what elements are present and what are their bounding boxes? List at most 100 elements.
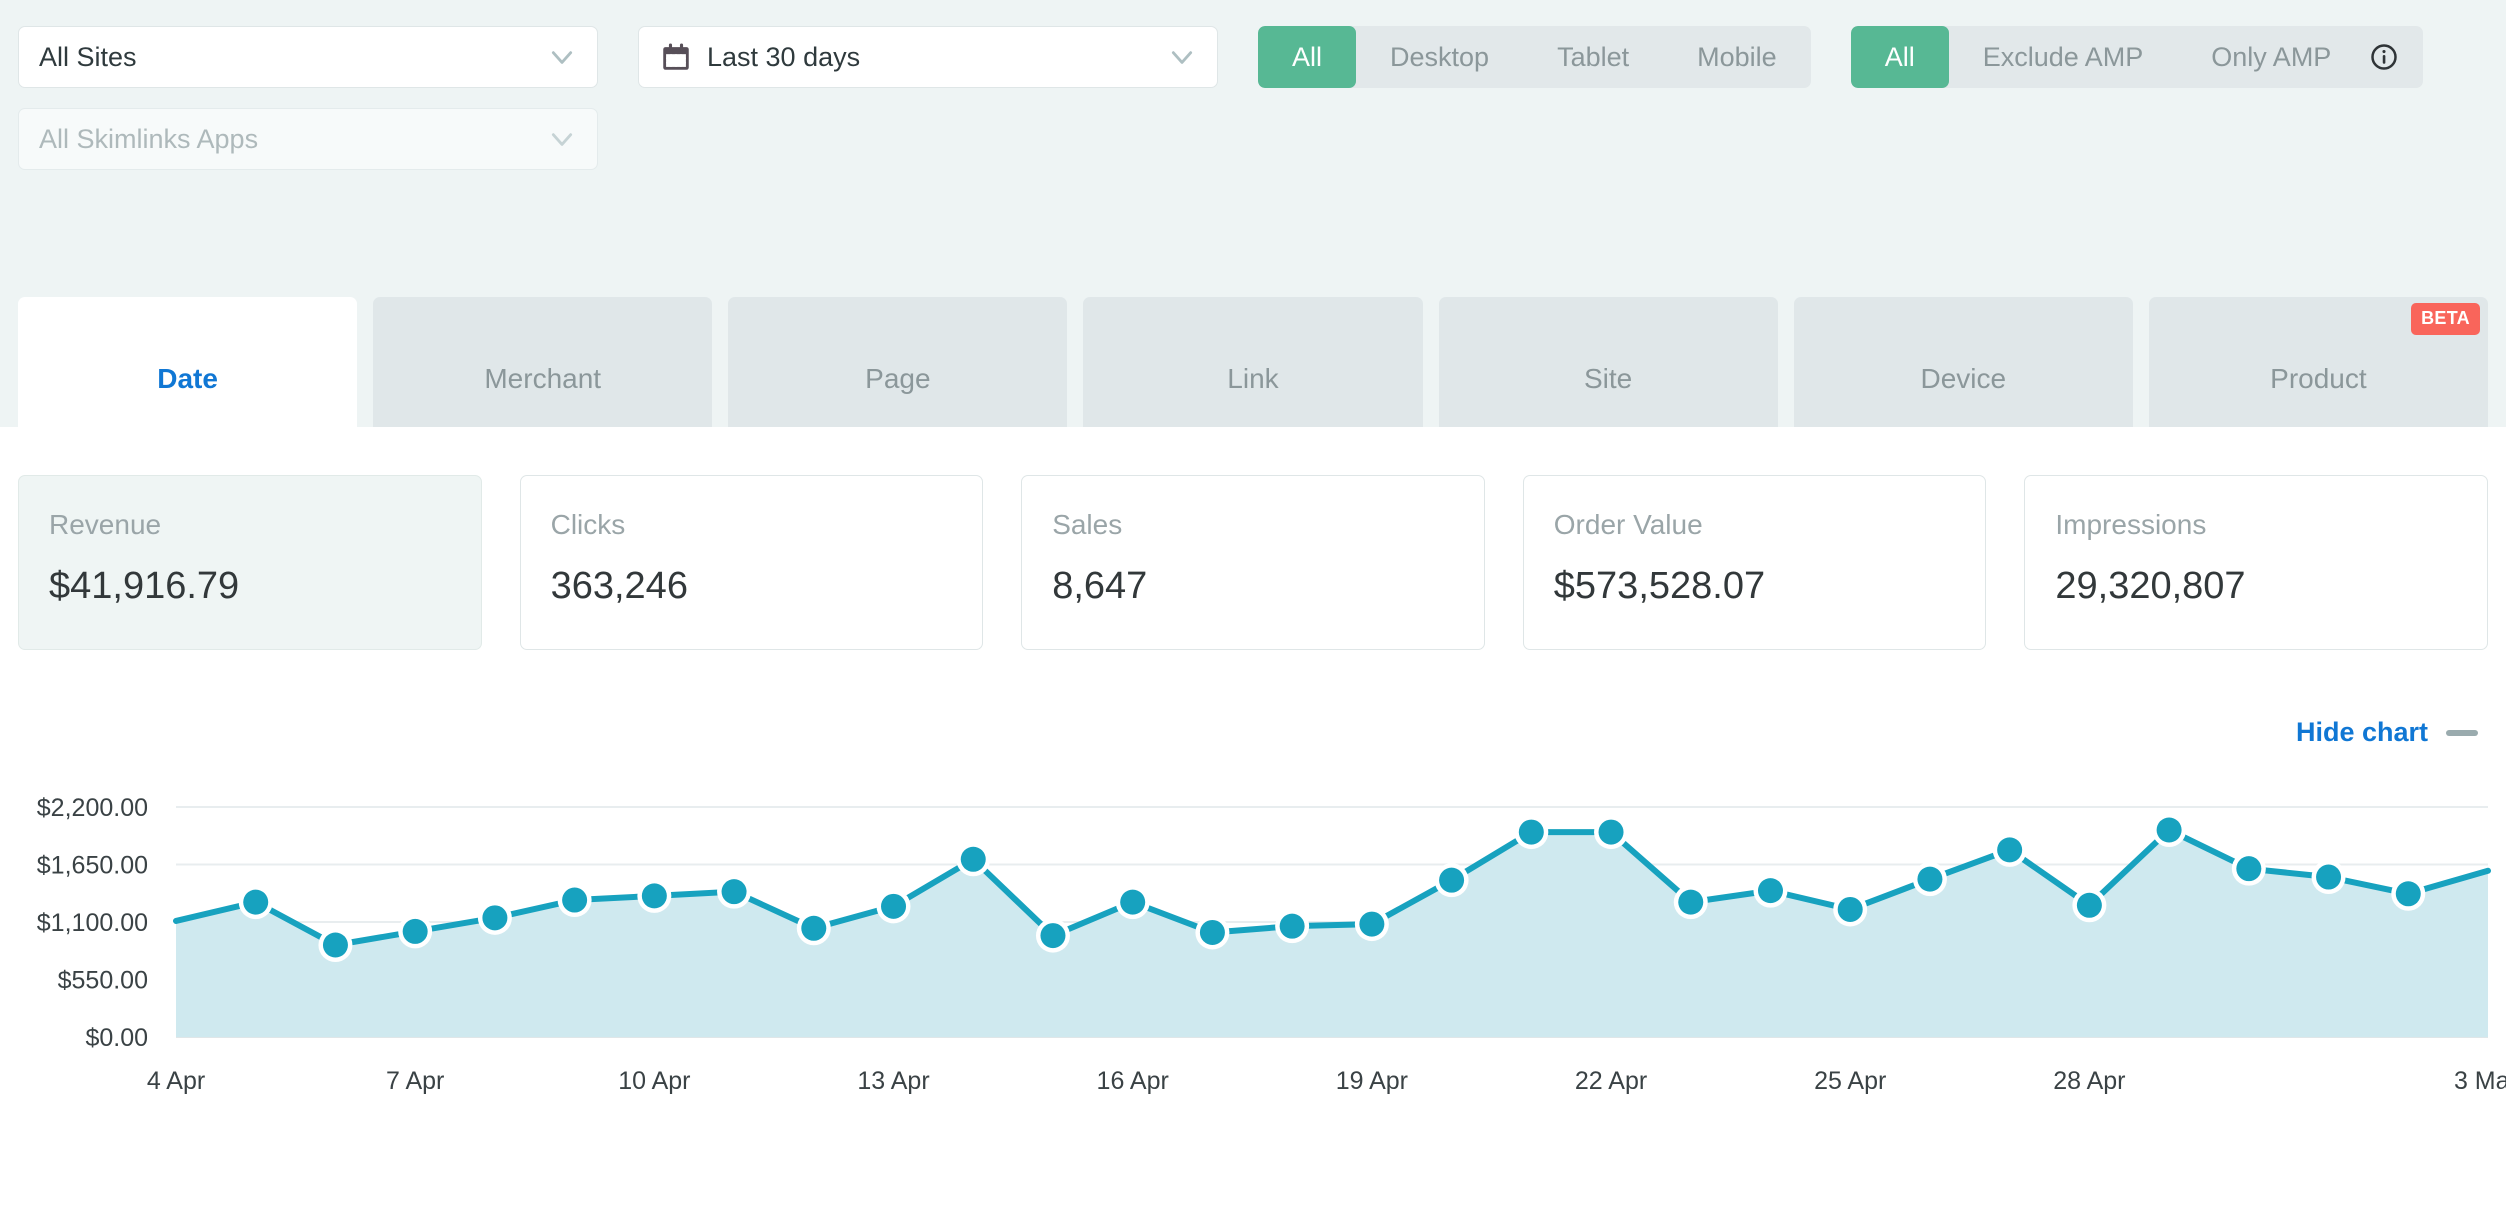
chart-data-point[interactable] <box>1120 890 1145 915</box>
minus-icon <box>2446 730 2478 736</box>
chart-data-point[interactable] <box>243 890 268 915</box>
date-range-select[interactable]: Last 30 days <box>638 26 1218 88</box>
y-axis-tick-label: $550.00 <box>58 967 148 995</box>
filter-bar: All Sites <box>0 0 2506 278</box>
tab-label: Page <box>865 363 930 395</box>
x-axis-tick-label: 22 Apr <box>1575 1067 1647 1095</box>
chart-data-point[interactable] <box>801 916 826 941</box>
kpi-value: $573,528.07 <box>1554 565 1956 608</box>
chart-data-point[interactable] <box>2077 893 2102 918</box>
tab-label: Merchant <box>484 363 601 395</box>
chart-data-point[interactable] <box>1439 868 1464 893</box>
kpi-value: 29,320,807 <box>2055 565 2457 608</box>
x-axis-tick-label: 28 Apr <box>2053 1067 2125 1095</box>
amp-option-exclude[interactable]: Exclude AMP <box>1949 26 2178 88</box>
chart-data-point[interactable] <box>1359 912 1384 937</box>
y-axis-tick-label: $1,100.00 <box>37 909 148 937</box>
tab-date[interactable]: Date <box>18 297 357 427</box>
tab-device[interactable]: Device <box>1794 297 2133 427</box>
chart-data-point[interactable] <box>1280 914 1305 939</box>
tab-label: Link <box>1227 363 1278 395</box>
chart-data-point[interactable] <box>2316 865 2341 890</box>
kpi-card-order-value[interactable]: Order Value $573,528.07 <box>1523 475 1987 650</box>
date-range-value: Last 30 days <box>707 42 860 73</box>
kpi-card-sales[interactable]: Sales 8,647 <box>1021 475 1485 650</box>
chart-data-point[interactable] <box>961 847 986 872</box>
chart-data-point[interactable] <box>2396 881 2421 906</box>
report-panel: Revenue $41,916.79 Clicks 363,246 Sales … <box>0 427 2506 1222</box>
chevron-down-icon <box>549 126 575 152</box>
device-option-mobile[interactable]: Mobile <box>1663 26 1811 88</box>
x-axis-tick-label: 25 Apr <box>1814 1067 1886 1095</box>
chart-data-point[interactable] <box>1599 820 1624 845</box>
device-option-tablet[interactable]: Tablet <box>1523 26 1663 88</box>
chart-data-point[interactable] <box>562 888 587 913</box>
chart-data-point[interactable] <box>403 919 428 944</box>
chart-data-point[interactable] <box>1838 897 1863 922</box>
chart-data-point[interactable] <box>1200 920 1225 945</box>
kpi-value: 363,246 <box>551 565 953 608</box>
filter-row-primary: All Sites <box>18 26 2488 88</box>
hide-chart-button[interactable]: Hide chart <box>2296 717 2478 748</box>
hide-chart-label: Hide chart <box>2296 717 2428 748</box>
chart-data-point[interactable] <box>2236 856 2261 881</box>
tab-site[interactable]: Site <box>1439 297 1778 427</box>
chart-data-point[interactable] <box>722 879 747 904</box>
chart-data-point[interactable] <box>881 894 906 919</box>
tab-merchant[interactable]: Merchant <box>373 297 712 427</box>
y-axis-tick-label: $2,200.00 <box>37 794 148 822</box>
chart-data-point[interactable] <box>323 933 348 958</box>
kpi-value: $41,916.79 <box>49 565 451 608</box>
tab-product[interactable]: BETA Product <box>2149 297 2488 427</box>
kpi-label: Clicks <box>551 509 953 541</box>
tab-label: Date <box>157 363 218 395</box>
report-tabs: Date Merchant Page Link Site Device BETA… <box>0 297 2506 427</box>
x-axis-tick-label: 3 May <box>2454 1067 2506 1095</box>
filter-row-secondary: All Skimlinks Apps <box>18 108 2488 170</box>
device-filter-toggle[interactable]: All Desktop Tablet Mobile <box>1258 26 1811 88</box>
x-axis-tick-label: 19 Apr <box>1336 1067 1408 1095</box>
chart-data-point[interactable] <box>482 905 507 930</box>
beta-badge: BETA <box>2411 303 2480 335</box>
chevron-down-icon <box>549 44 575 70</box>
y-axis-tick-label: $1,650.00 <box>37 852 148 880</box>
kpi-label: Impressions <box>2055 509 2457 541</box>
amp-option-only[interactable]: Only AMP <box>2177 26 2365 88</box>
kpi-label: Order Value <box>1554 509 1956 541</box>
revenue-area-chart-svg: $0.00 $550.00 $1,100.00 $1,650.00 $2,200.00 4… <box>0 767 2506 1197</box>
chart-data-point[interactable] <box>1040 923 1065 948</box>
analytics-dashboard: All Sites <box>0 0 2506 1222</box>
device-option-all[interactable]: All <box>1258 26 1356 88</box>
chart-data-point[interactable] <box>1917 867 1942 892</box>
revenue-chart: $0.00 $550.00 $1,100.00 $1,650.00 $2,200.00 4… <box>0 767 2506 1197</box>
x-axis-tick-label: 10 Apr <box>618 1067 690 1095</box>
x-axis-tick-label: 7 Apr <box>386 1067 444 1095</box>
tab-label: Device <box>1920 363 2006 395</box>
kpi-card-impressions[interactable]: Impressions 29,320,807 <box>2024 475 2488 650</box>
apps-select[interactable]: All Skimlinks Apps <box>18 108 598 170</box>
chart-data-point[interactable] <box>1758 878 1783 903</box>
kpi-card-revenue[interactable]: Revenue $41,916.79 <box>18 475 482 650</box>
kpi-value: 8,647 <box>1052 565 1454 608</box>
chart-data-point[interactable] <box>1519 820 1544 845</box>
tab-link[interactable]: Link <box>1083 297 1422 427</box>
amp-option-all[interactable]: All <box>1851 26 1949 88</box>
tab-page[interactable]: Page <box>728 297 1067 427</box>
chart-data-point[interactable] <box>642 883 667 908</box>
device-option-desktop[interactable]: Desktop <box>1356 26 1523 88</box>
chart-data-point[interactable] <box>1678 890 1703 915</box>
amp-filter-toggle[interactable]: All Exclude AMP Only AMP <box>1851 26 2424 88</box>
calendar-icon <box>659 40 693 74</box>
chart-data-point[interactable] <box>2157 818 2182 843</box>
apps-select-value: All Skimlinks Apps <box>39 124 258 155</box>
x-axis-tick-label: 4 Apr <box>147 1067 205 1095</box>
info-circle-icon[interactable] <box>2365 26 2423 88</box>
kpi-card-clicks[interactable]: Clicks 363,246 <box>520 475 984 650</box>
chart-data-point[interactable] <box>1997 837 2022 862</box>
y-axis-tick-label: $0.00 <box>85 1024 148 1052</box>
kpi-label: Revenue <box>49 509 451 541</box>
site-select-value: All Sites <box>39 42 137 73</box>
tab-label: Product <box>2270 363 2367 395</box>
x-axis-tick-label: 16 Apr <box>1097 1067 1169 1095</box>
site-select[interactable]: All Sites <box>18 26 598 88</box>
